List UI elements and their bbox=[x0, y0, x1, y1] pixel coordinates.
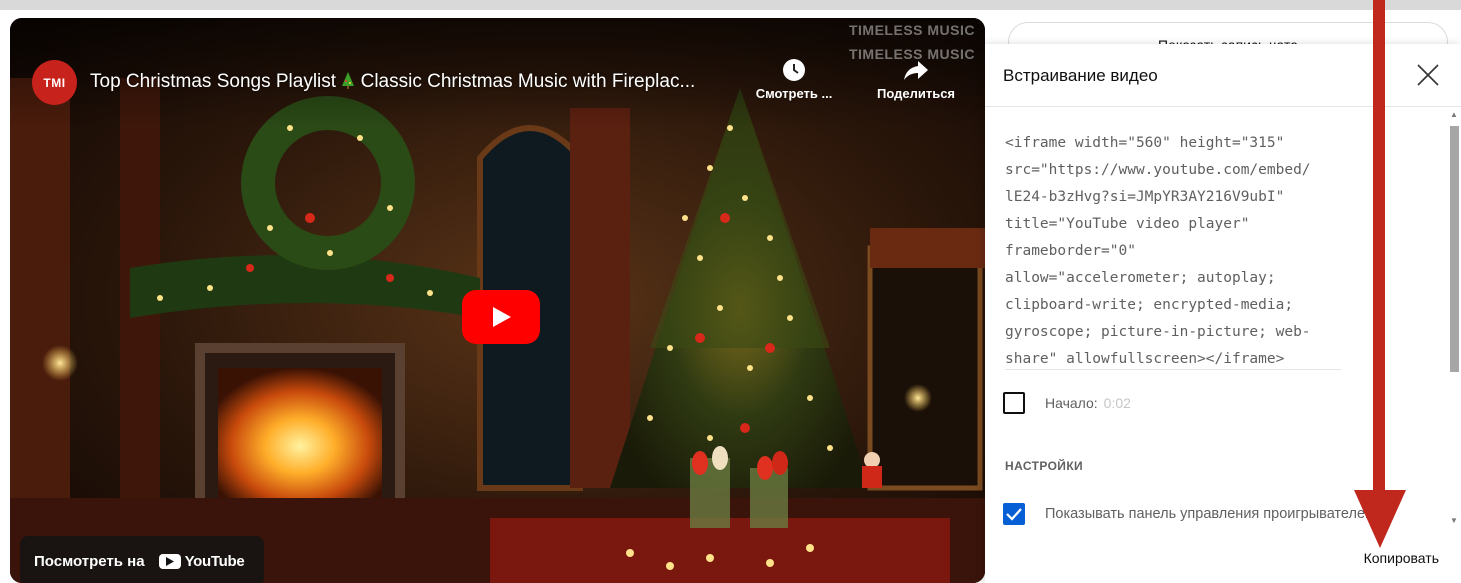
watch-later-button[interactable]: Смотреть ... bbox=[750, 58, 838, 101]
start-time-checkbox[interactable] bbox=[1003, 392, 1025, 414]
code-line: clipboard-write; encrypted-media; bbox=[1005, 297, 1294, 313]
video-title-tail: Classic Christmas Music with Fireplac... bbox=[360, 71, 696, 92]
watch-on-youtube-button[interactable]: Посмотреть на YouTube bbox=[20, 536, 264, 583]
share-label: Поделиться bbox=[876, 86, 956, 101]
code-line: gyroscope; picture-in-picture; web- bbox=[1005, 324, 1311, 340]
code-line: lE24-b3zHvg?si=JMpYR3AY216V9ubI" bbox=[1005, 189, 1285, 205]
copy-button[interactable]: Копировать bbox=[1364, 550, 1439, 566]
youtube-logo-text: YouTube bbox=[184, 552, 245, 570]
embed-code-textarea[interactable]: <iframe width="560" height="315" src="ht… bbox=[1005, 130, 1341, 370]
youtube-logo: YouTube bbox=[158, 552, 245, 570]
settings-section-title: НАСТРОЙКИ bbox=[1005, 459, 1084, 473]
watch-on-label: Посмотреть на bbox=[34, 552, 145, 570]
scroll-up-icon[interactable]: ▲ bbox=[1450, 110, 1458, 119]
scrollbar-thumb[interactable] bbox=[1450, 126, 1459, 372]
checkmark-icon bbox=[1006, 508, 1022, 521]
dialog-header: Встраивание видео bbox=[985, 44, 1461, 107]
watermark-text: TIMELESS MUSIC bbox=[848, 22, 975, 38]
start-time-value: 0:02 bbox=[1103, 395, 1131, 411]
top-band bbox=[0, 0, 1461, 10]
share-button[interactable]: Поделиться bbox=[866, 58, 966, 101]
dialog-scrollbar[interactable]: ▲ ▼ bbox=[1448, 110, 1460, 525]
code-line: src="https://www.youtube.com/embed/ bbox=[1005, 162, 1311, 178]
play-button[interactable] bbox=[462, 290, 540, 344]
code-line: frameborder="0" bbox=[1005, 243, 1136, 259]
code-line: share" allowfullscreen></iframe> bbox=[1005, 351, 1285, 367]
page: Показать запись чата bbox=[0, 0, 1461, 583]
share-icon bbox=[904, 61, 928, 80]
watch-later-label: Смотреть ... bbox=[755, 86, 833, 101]
channel-avatar-text: TMI bbox=[43, 75, 66, 90]
start-time-option: Начало: 0:02 bbox=[1003, 392, 1131, 414]
code-line: <iframe width="560" height="315" bbox=[1005, 135, 1285, 151]
code-line: title="YouTube video player" bbox=[1005, 216, 1250, 232]
play-icon bbox=[493, 307, 511, 327]
video-title-text: Top Christmas Songs Playlist bbox=[90, 71, 337, 92]
code-line: allow="accelerometer; autoplay; bbox=[1005, 270, 1276, 286]
youtube-play-icon bbox=[158, 553, 181, 569]
video-title-link[interactable]: Top Christmas Songs Playlist Classic Chr… bbox=[90, 71, 750, 93]
show-controls-option: Показывать панель управления проигрывате… bbox=[1003, 503, 1375, 525]
clock-icon bbox=[783, 59, 805, 81]
start-time-label: Начало: bbox=[1045, 395, 1098, 411]
scroll-down-icon[interactable]: ▼ bbox=[1450, 516, 1458, 525]
show-controls-label: Показывать панель управления проигрывате… bbox=[1045, 506, 1375, 522]
channel-avatar[interactable]: TMI bbox=[32, 60, 77, 105]
show-controls-checkbox[interactable] bbox=[1003, 503, 1025, 525]
close-icon[interactable] bbox=[1415, 62, 1441, 88]
christmas-tree-icon bbox=[342, 72, 355, 89]
dialog-title: Встраивание видео bbox=[1003, 66, 1158, 85]
embed-dialog: Встраивание видео <iframe width="560" he… bbox=[985, 44, 1461, 583]
video-player[interactable]: TIMELESS MUSIC TIMELESS MUSIC TMI Top Ch… bbox=[10, 18, 985, 583]
